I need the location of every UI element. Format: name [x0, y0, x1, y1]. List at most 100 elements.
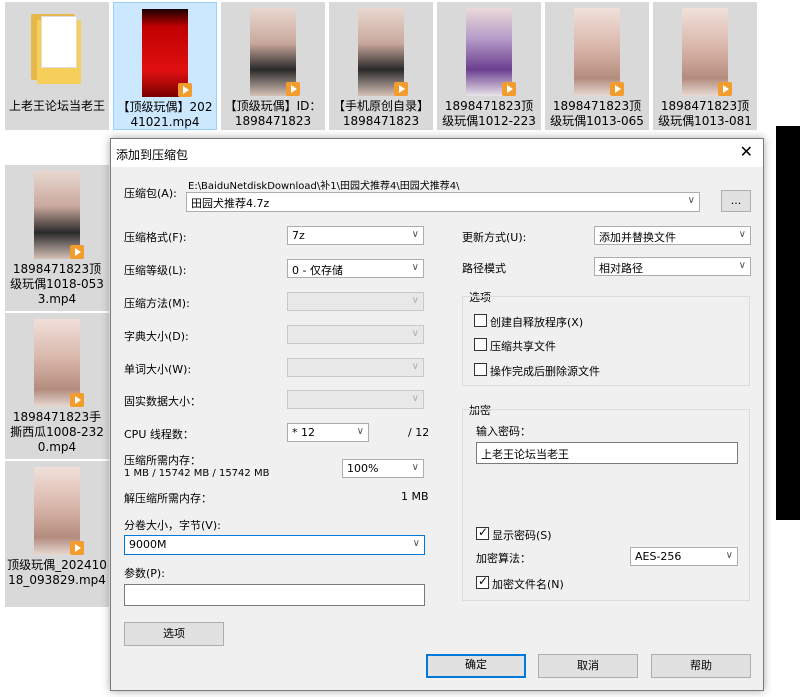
- options-button[interactable]: 选项: [124, 622, 224, 646]
- add-to-archive-dialog: 添加到压缩包 ✕ 压缩包(A): E:\BaiduNetdiskDownload…: [110, 138, 764, 691]
- chevron-down-icon[interactable]: ∨: [688, 195, 695, 206]
- archive-path: E:\BaiduNetdiskDownload\补1\田园犬推荐4\田园犬推荐4…: [188, 181, 460, 192]
- encrypt-names-checkbox[interactable]: [476, 574, 489, 589]
- chevron-down-icon: ∨: [738, 260, 746, 271]
- cpu-total: / 12: [408, 426, 430, 439]
- method-label: 压缩方法(M):: [124, 297, 190, 310]
- chevron-down-icon: ∨: [411, 393, 419, 404]
- split-label: 分卷大小，字节(V):: [124, 519, 221, 532]
- decompress-memory-label: 解压缩所需内存：: [124, 492, 212, 505]
- video-thumbnail: [358, 8, 408, 96]
- browse-button[interactable]: ...: [721, 190, 751, 212]
- delete-after-label: 操作完成后删除源文件: [490, 365, 600, 378]
- video-thumbnail: [142, 9, 192, 97]
- path-mode-label: 路径模式: [462, 262, 506, 275]
- chevron-down-icon: ∨: [738, 229, 746, 240]
- memory-detail: 1 MB / 15742 MB / 15742 MB: [124, 468, 270, 479]
- file-name: 顶级玩偶_20241018_093829.mp4: [7, 558, 107, 587]
- file-folder[interactable]: 上老王论坛当老王: [5, 2, 109, 130]
- file-name: 【手机原创自录】1898471823: [332, 99, 429, 128]
- update-mode-value: 添加并替换文件: [599, 231, 676, 244]
- chevron-down-icon: ∨: [356, 426, 364, 437]
- level-value: 0 - 仅存储: [292, 264, 343, 277]
- solid-label: 固实数据大小：: [124, 395, 201, 408]
- play-icon: [610, 82, 624, 96]
- dict-label: 字典大小(D):: [124, 330, 189, 343]
- play-icon: [70, 541, 84, 555]
- video-thumbnail: [682, 8, 732, 96]
- chevron-down-icon: ∨: [411, 295, 419, 306]
- format-label: 压缩格式(F):: [124, 231, 187, 244]
- file-video[interactable]: 【手机原创自录】1898471823: [329, 2, 433, 130]
- video-thumbnail: [250, 8, 300, 96]
- video-thumbnail: [34, 319, 84, 407]
- dialog-title: 添加到压缩包: [116, 148, 189, 162]
- file-video[interactable]: 【顶级玩偶】ID：1898471823: [221, 2, 325, 130]
- chevron-down-icon: ∨: [411, 229, 419, 240]
- password-input[interactable]: 上老王论坛当老王: [476, 442, 738, 464]
- close-icon[interactable]: ✕: [740, 143, 753, 161]
- folder-icon: [31, 14, 83, 84]
- shared-files-label: 压缩共享文件: [490, 340, 556, 353]
- play-icon: [70, 245, 84, 259]
- file-name: 1898471823顶级玩偶1013-0813.mp4: [658, 99, 752, 128]
- memory-percent-value: 100%: [347, 462, 379, 475]
- chevron-down-icon: ∨: [725, 550, 733, 561]
- sfx-checkbox[interactable]: [474, 314, 487, 327]
- cpu-select[interactable]: * 12 ∨: [287, 423, 369, 442]
- play-icon: [718, 82, 732, 96]
- file-name: 1898471823顶级玩偶1018-0533.mp4: [10, 262, 104, 306]
- archive-name-value: 田园犬推荐4.7z: [191, 197, 270, 210]
- file-video[interactable]: 1898471823顶级玩偶1013-0813.mp4: [653, 2, 757, 130]
- video-thumbnail: [466, 8, 516, 96]
- play-icon: [502, 82, 516, 96]
- file-video[interactable]: 1898471823顶级玩偶1013-0655.mp4: [545, 2, 649, 130]
- chevron-down-icon[interactable]: ∨: [413, 538, 420, 549]
- split-size-combo[interactable]: 9000M ∨: [124, 535, 425, 555]
- video-thumbnail: [34, 171, 84, 259]
- chevron-down-icon: ∨: [411, 262, 419, 273]
- decompress-memory-value: 1 MB: [401, 490, 429, 503]
- cpu-label: CPU 线程数：: [124, 428, 194, 441]
- file-name: 1898471823手撕西瓜1008-2320.mp4: [10, 410, 104, 454]
- file-video[interactable]: 1898471823手撕西瓜1008-2320.mp4: [5, 313, 109, 459]
- cpu-value: * 12: [292, 426, 315, 439]
- chevron-down-icon: ∨: [411, 328, 419, 339]
- file-video[interactable]: 顶级玩偶_20241018_093829.mp4: [5, 461, 109, 607]
- sfx-label: 创建自释放程序(X): [490, 316, 584, 329]
- archive-label: 压缩包(A):: [124, 187, 177, 200]
- password-label: 输入密码：: [476, 425, 531, 438]
- play-icon: [178, 83, 192, 97]
- chevron-down-icon: ∨: [411, 462, 419, 473]
- update-mode-select[interactable]: 添加并替换文件 ∨: [594, 226, 751, 245]
- video-thumbnail: [34, 467, 84, 555]
- shared-files-checkbox[interactable]: [474, 338, 487, 351]
- update-mode-label: 更新方式(U):: [462, 231, 527, 244]
- dict-select: ∨: [287, 325, 424, 344]
- encryption-method-value: AES-256: [635, 550, 682, 563]
- word-label: 单词大小(W):: [124, 363, 192, 376]
- delete-after-checkbox[interactable]: [474, 363, 487, 376]
- path-mode-value: 相对路径: [599, 262, 643, 275]
- ok-button[interactable]: 确定: [426, 654, 526, 678]
- encryption-method-select[interactable]: AES-256 ∨: [630, 547, 738, 566]
- params-input[interactable]: [124, 584, 425, 606]
- format-select[interactable]: 7z ∨: [287, 226, 424, 245]
- password-value: 上老王论坛当老王: [481, 448, 569, 461]
- file-video[interactable]: 【顶级玩偶】20241021.mp4: [113, 2, 217, 130]
- chevron-down-icon: ∨: [411, 361, 419, 372]
- memory-percent-select[interactable]: 100% ∨: [342, 459, 424, 478]
- level-select[interactable]: 0 - 仅存储 ∨: [287, 259, 424, 278]
- dialog-titlebar[interactable]: 添加到压缩包 ✕: [111, 139, 763, 167]
- show-password-checkbox[interactable]: [476, 525, 489, 540]
- archive-name-combo[interactable]: 田园犬推荐4.7z ∨: [186, 192, 700, 212]
- file-name: 【顶级玩偶】20241021.mp4: [117, 100, 213, 129]
- cancel-button[interactable]: 取消: [538, 654, 638, 678]
- help-button[interactable]: 帮助: [651, 654, 751, 678]
- method-select: ∨: [287, 292, 424, 311]
- path-mode-select[interactable]: 相对路径 ∨: [594, 257, 751, 276]
- file-name: 1898471823顶级玩偶1012-2234.mp4: [442, 99, 536, 128]
- word-select: ∨: [287, 358, 424, 377]
- file-video[interactable]: 1898471823顶级玩偶1012-2234.mp4: [437, 2, 541, 130]
- file-video[interactable]: 1898471823顶级玩偶1018-0533.mp4: [5, 165, 109, 311]
